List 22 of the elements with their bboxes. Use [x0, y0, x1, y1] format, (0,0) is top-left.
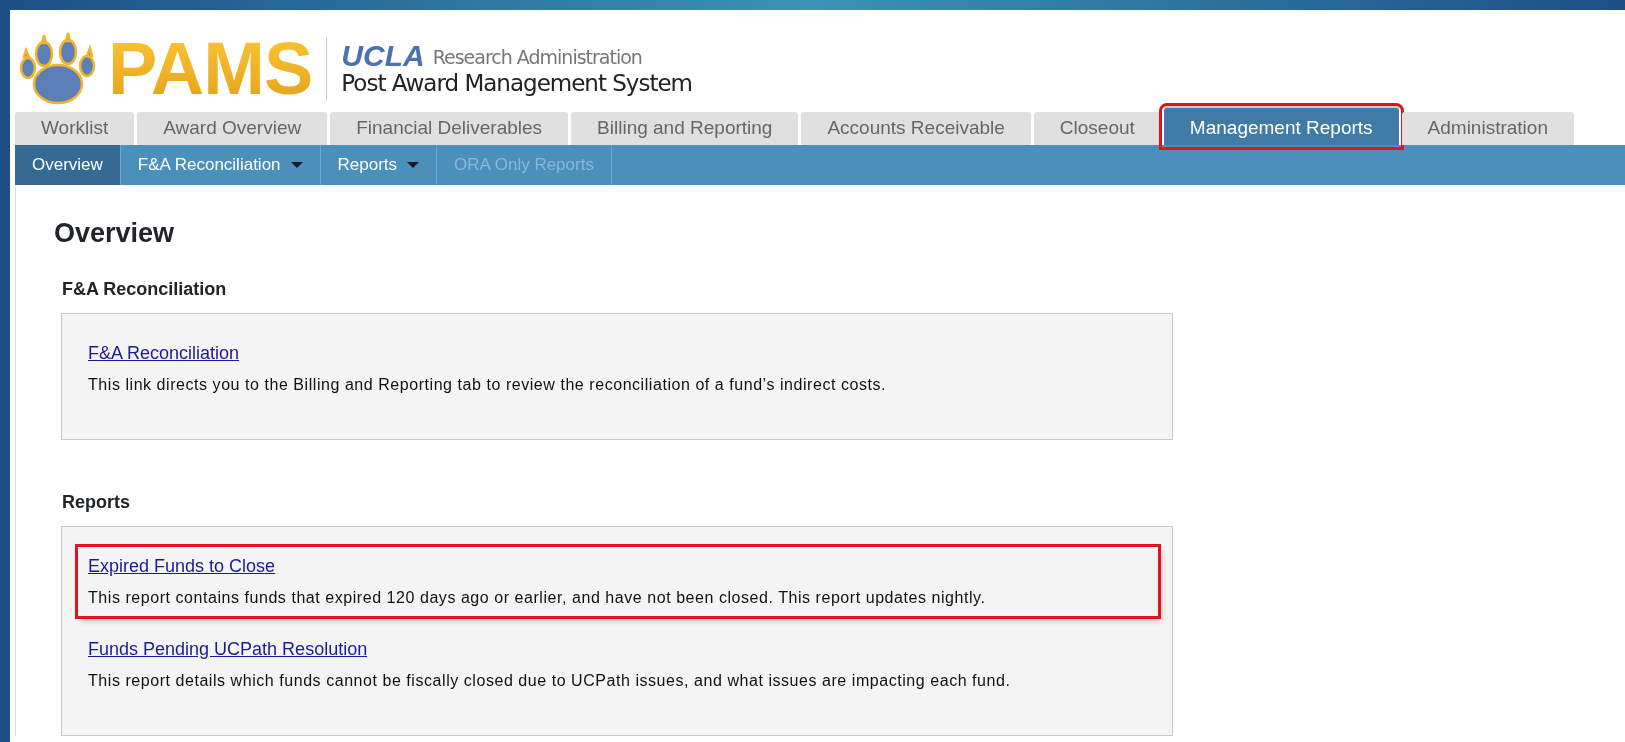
- nav-tab[interactable]: Worklist: [15, 112, 135, 145]
- link-description: This report contains funds that expired 120 days ago or earlier, and have not been closed. This report updates nightly.: [88, 587, 987, 608]
- link-description: This report details which funds cannot be fiscally closed due to UCPath issues, and what issues are impacting each fund.: [88, 670, 1012, 691]
- link-description: This link directs you to the Billing and Reporting tab to review the reconciliation of a fund’s indirect costs.: [88, 375, 888, 395]
- sub-tab[interactable]: F&A Reconciliation: [120, 145, 321, 185]
- section-heading: Reports: [62, 492, 131, 514]
- sub-tab[interactable]: Reports: [320, 145, 438, 185]
- system-name: Post Award Management System: [341, 71, 692, 97]
- report-link[interactable]: Funds Pending UCPath Resolution: [88, 635, 368, 663]
- nav-tab[interactable]: Accounts Receivable: [801, 112, 1031, 145]
- nav-tab[interactable]: Closeout: [1033, 112, 1161, 145]
- sub-tab[interactable]: Overview: [15, 145, 121, 185]
- nav-tab[interactable]: Award Overview: [137, 112, 328, 145]
- report-link[interactable]: F&A Reconciliation: [88, 340, 240, 367]
- nav-tab[interactable]: Billing and Reporting: [571, 112, 799, 145]
- nav-tab[interactable]: Administration: [1401, 112, 1574, 145]
- report-link[interactable]: Expired Funds to Close: [88, 552, 276, 580]
- organization-name: UCLA: [341, 41, 425, 72]
- nav-tab[interactable]: Financial Deliverables: [330, 112, 569, 145]
- page-title: Overview: [54, 217, 176, 250]
- section-heading: F&A Reconciliation: [62, 279, 228, 301]
- department-name: Research Administration: [432, 44, 642, 70]
